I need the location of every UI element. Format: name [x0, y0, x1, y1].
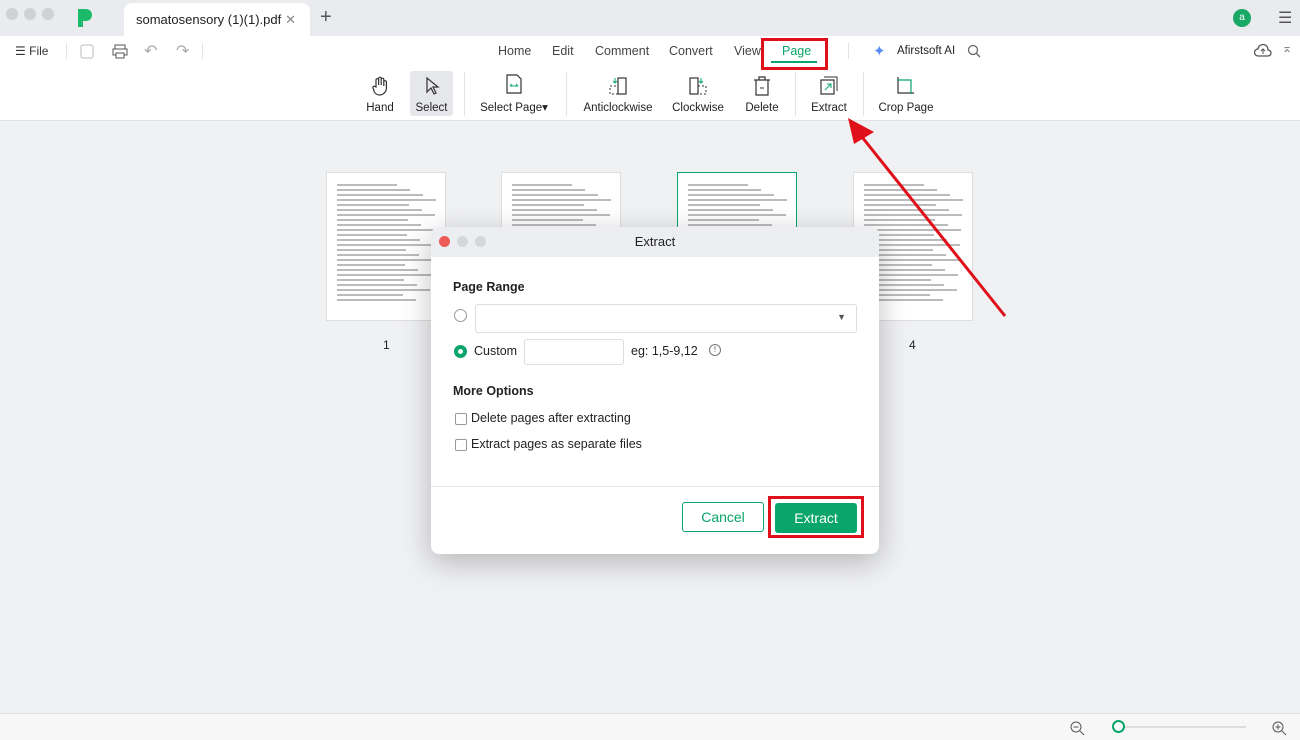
highlight-page-tab: [761, 38, 828, 70]
option-label: Delete pages after extracting: [471, 411, 631, 425]
ai-button[interactable]: Afirstsoft AI: [897, 45, 955, 57]
search-icon[interactable]: [967, 44, 981, 58]
tool-label: Delete: [745, 102, 779, 114]
new-tab-button[interactable]: +: [320, 6, 332, 29]
tab-title: somatosensory (1)(1).pdf: [136, 12, 282, 27]
custom-radio[interactable]: [454, 345, 467, 358]
extract-dialog: Extract Page Range ▼ Custom eg: 1,5-9,12…: [431, 227, 879, 554]
crop-icon: [897, 77, 914, 94]
tool-label: Clockwise: [672, 102, 724, 114]
dialog-header: Extract: [431, 227, 879, 257]
highlight-extract-button: [768, 496, 864, 538]
tool-label: Hand: [366, 102, 394, 114]
dialog-close-button[interactable]: [439, 236, 450, 247]
menu-edit[interactable]: Edit: [552, 44, 574, 58]
cursor-icon: [425, 76, 440, 95]
range-dropdown[interactable]: ▼: [475, 304, 857, 333]
example-hint: eg: 1,5-9,12: [631, 344, 698, 358]
page-thumbnail-1[interactable]: [326, 172, 446, 321]
cloud-upload-icon[interactable]: [1254, 43, 1272, 57]
select-page-tool[interactable]: Select Page▾: [478, 70, 550, 116]
document-tab[interactable]: somatosensory (1)(1).pdf ✕: [124, 3, 310, 36]
tool-label: Select: [415, 102, 448, 114]
dialog-minimize-button[interactable]: [457, 236, 468, 247]
anticlockwise-tool[interactable]: Anticlockwise: [582, 70, 654, 116]
delete-after-option[interactable]: Delete pages after extracting: [455, 411, 631, 425]
extract-icon: [820, 76, 838, 95]
select-tool[interactable]: Select: [411, 70, 452, 116]
redo-icon[interactable]: ↷: [176, 41, 189, 61]
undo-icon[interactable]: ↶: [144, 41, 157, 61]
hand-tool[interactable]: Hand: [360, 70, 400, 116]
range-radio[interactable]: [454, 309, 467, 322]
separate-files-option[interactable]: Extract pages as separate files: [455, 437, 642, 451]
custom-label: Custom: [474, 344, 518, 358]
dialog-title: Extract: [634, 234, 676, 249]
cancel-button[interactable]: Cancel: [682, 502, 764, 532]
ai-sparkle-icon: ✦: [873, 43, 886, 60]
menu-convert[interactable]: Convert: [669, 44, 713, 58]
page-range-heading: Page Range: [453, 280, 525, 294]
hand-icon: [372, 76, 387, 96]
page-number-1: 1: [383, 338, 390, 352]
option-label: Extract pages as separate files: [471, 437, 642, 451]
divider: [431, 486, 879, 487]
zoom-slider[interactable]: [1118, 726, 1246, 728]
info-icon[interactable]: !: [709, 344, 721, 356]
rotate-anticlockwise-icon: [609, 77, 627, 95]
menu-home[interactable]: Home: [498, 44, 531, 58]
zoom-out-icon[interactable]: [1070, 721, 1085, 736]
print-icon[interactable]: [112, 44, 128, 59]
page-select-icon: [506, 74, 522, 94]
menu-comment[interactable]: Comment: [595, 44, 649, 58]
custom-range-input[interactable]: [524, 339, 624, 365]
title-bar: somatosensory (1)(1).pdf ✕ + a ☰: [0, 0, 1300, 36]
close-tab-icon[interactable]: ✕: [285, 12, 296, 28]
zoom-in-icon[interactable]: [1272, 721, 1287, 736]
file-label: File: [29, 44, 49, 58]
checkbox[interactable]: [455, 438, 467, 451]
menu-view[interactable]: View: [734, 44, 761, 58]
menu-icon: ☰: [15, 44, 26, 58]
zoom-slider-handle[interactable]: [1112, 720, 1125, 733]
window-maximize-button[interactable]: [42, 8, 54, 20]
window-close-button[interactable]: [6, 8, 18, 20]
trash-icon: [754, 76, 770, 96]
more-options-heading: More Options: [453, 384, 534, 398]
page-number-4: 4: [909, 338, 916, 352]
tool-label: Select Page▾: [480, 102, 548, 114]
rotate-clockwise-icon: [689, 77, 707, 95]
status-bar: [0, 713, 1300, 740]
collapse-toolbar-icon[interactable]: ⌅: [1282, 41, 1292, 55]
avatar[interactable]: a: [1233, 9, 1251, 27]
window-minimize-button[interactable]: [24, 8, 36, 20]
file-menu-button[interactable]: ☰ File: [15, 44, 48, 58]
tool-label: Anticlockwise: [583, 102, 653, 114]
chevron-down-icon: ▼: [837, 312, 846, 322]
dialog-maximize-button[interactable]: [475, 236, 486, 247]
save-icon[interactable]: [80, 44, 94, 59]
checkbox[interactable]: [455, 412, 467, 425]
app-logo-icon: [78, 9, 92, 27]
hamburger-menu-icon[interactable]: ☰: [1278, 8, 1292, 28]
clockwise-tool[interactable]: Clockwise: [670, 70, 726, 116]
delete-tool[interactable]: Delete: [742, 70, 782, 116]
